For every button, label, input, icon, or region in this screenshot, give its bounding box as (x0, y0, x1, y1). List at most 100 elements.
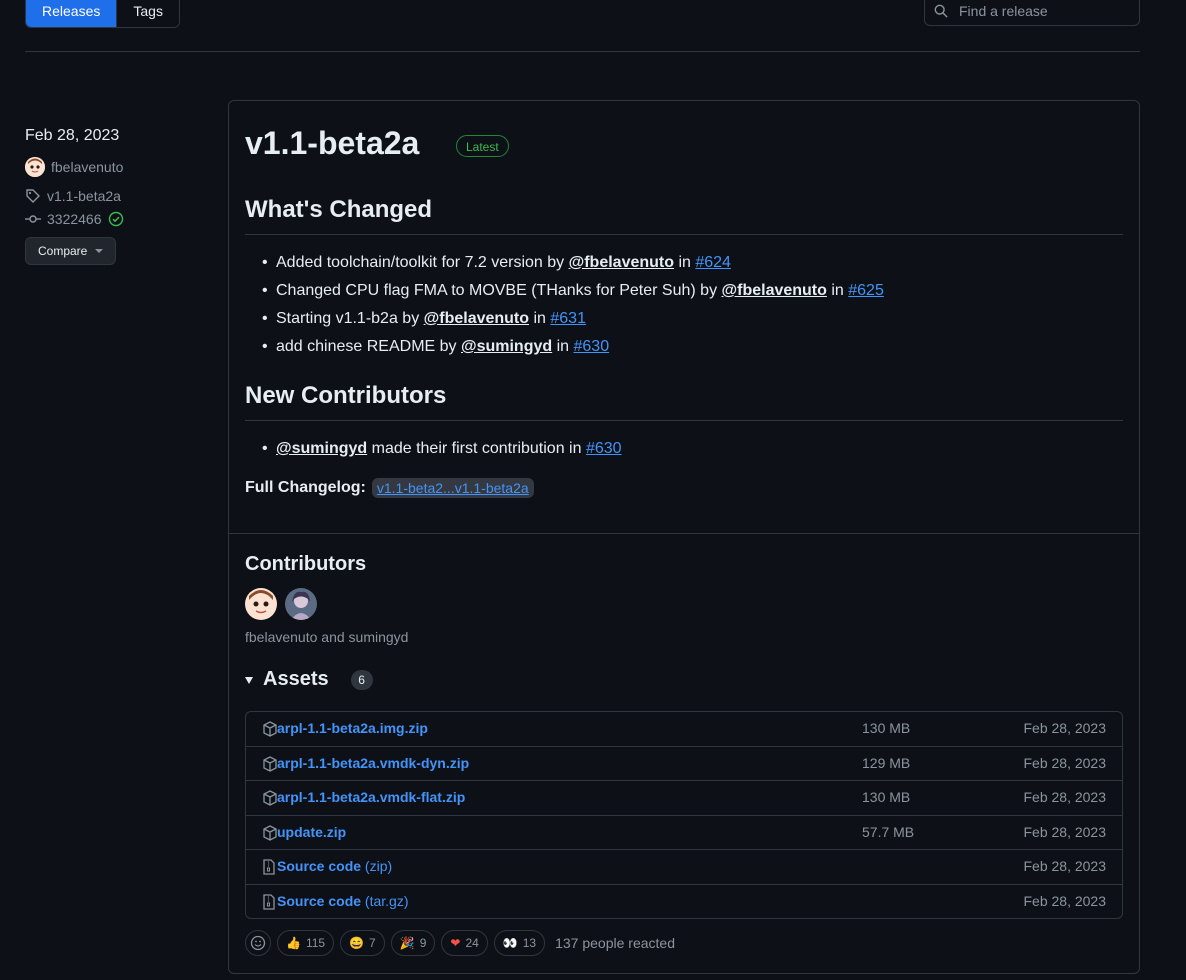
asset-date: Feb 28, 2023 (1023, 823, 1106, 840)
asset-link[interactable]: arpl-1.1-beta2a.vmdk-flat.zip (277, 789, 465, 805)
asset-date: Feb 28, 2023 (1023, 858, 1106, 874)
new-contributors-list: @sumingyd made their first contribution … (262, 435, 622, 463)
asset-link[interactable]: Source code (zip) (277, 858, 392, 874)
release-card: v1.1-beta2a Latest What's Changed Added … (228, 100, 1140, 974)
pr-link[interactable]: #631 (550, 310, 586, 327)
asset-size: 130 MB (862, 720, 911, 736)
asset-row: Source code (tar.gz) Feb 28, 2023 (246, 883, 1122, 919)
list-item: add chinese README by @sumingyd in #630 (262, 333, 884, 361)
reactions-bar: 👍 115 😄 7 🎉 9 ❤ 24 👀 13 137 people reacted (245, 930, 675, 956)
list-item: Starting v1.1-b2a by @fbelavenuto in #63… (262, 305, 884, 333)
avatar[interactable] (25, 156, 45, 177)
commit-row[interactable]: 3322466 (25, 207, 205, 230)
release-search (924, 0, 1140, 26)
assets-header[interactable]: Assets 6 (245, 668, 373, 691)
eyes-icon: 👀 (502, 936, 518, 950)
pr-link[interactable]: #624 (695, 254, 731, 271)
whats-changed-heading: What's Changed (245, 196, 433, 223)
asset-row: arpl-1.1-beta2a.vmdk-flat.zip 130 MB Feb… (246, 780, 1122, 815)
author-row[interactable]: fbelavenuto (25, 155, 205, 178)
asset-link[interactable]: arpl-1.1-beta2a.img.zip (277, 720, 428, 736)
user-mention[interactable]: @fbelavenuto (424, 310, 529, 327)
tab-releases[interactable]: Releases (26, 0, 117, 27)
full-changelog-label: Full Changelog: (245, 479, 366, 496)
user-mention[interactable]: @sumingyd (461, 338, 552, 355)
contributors-names: fbelavenuto and sumingyd (245, 629, 409, 645)
asset-date: Feb 28, 2023 (1023, 789, 1106, 805)
heading-divider (245, 420, 1123, 421)
release-title[interactable]: v1.1-beta2a (245, 123, 419, 163)
pr-link[interactable]: #625 (848, 282, 884, 299)
reaction-heart[interactable]: ❤ 24 (441, 930, 488, 956)
asset-size: 129 MB (862, 754, 911, 771)
compare-label: Compare (38, 244, 88, 258)
list-item: Added toolchain/toolkit for 7.2 version … (262, 249, 884, 277)
section-divider (229, 533, 1139, 534)
assets-list: arpl-1.1-beta2a.img.zip 130 MB Feb 28, 2… (245, 711, 1123, 919)
divider (25, 51, 1140, 52)
pr-link[interactable]: #630 (574, 338, 610, 355)
laugh-icon: 😄 (349, 936, 365, 950)
user-mention[interactable]: @fbelavenuto (569, 254, 674, 271)
tag-row[interactable]: v1.1-beta2a (25, 184, 205, 207)
file-zip-icon (263, 859, 275, 875)
chevron-down-icon (95, 249, 104, 253)
reaction-laugh[interactable]: 😄 7 (340, 930, 385, 956)
release-date: Feb 28, 2023 (25, 127, 120, 144)
full-changelog: Full Changelog: v1.1-beta2...v1.1-beta2a (245, 478, 534, 498)
search-icon (934, 4, 948, 18)
asset-row: arpl-1.1-beta2a.img.zip 130 MB Feb 28, 2… (246, 712, 1122, 746)
list-item: @sumingyd made their first contribution … (262, 435, 622, 463)
thumbs-up-icon: 👍 (286, 936, 301, 950)
compare-button[interactable]: Compare (25, 237, 117, 265)
smiley-icon (250, 935, 266, 951)
reacted-summary: 137 people reacted (555, 935, 675, 951)
asset-size: 57.7 MB (862, 823, 915, 840)
tag-icon (26, 188, 40, 203)
asset-link[interactable]: Source code (tar.gz) (277, 893, 409, 909)
reaction-hooray[interactable]: 🎉 9 (390, 930, 436, 956)
avatar[interactable] (245, 588, 277, 620)
asset-date: Feb 28, 2023 (1023, 754, 1106, 771)
package-icon (263, 824, 277, 841)
commit-sha[interactable]: 3322466 (47, 211, 102, 227)
asset-date: Feb 28, 2023 (1023, 892, 1106, 909)
add-reaction-button[interactable] (245, 930, 271, 956)
assets-title: Assets (263, 668, 329, 690)
asset-row: arpl-1.1-beta2a.vmdk-dyn.zip 129 MB Feb … (246, 745, 1122, 781)
package-icon (263, 755, 277, 772)
package-icon (263, 721, 277, 737)
compare-link[interactable]: v1.1-beta2...v1.1-beta2a (371, 478, 534, 498)
asset-row: Source code (zip) Feb 28, 2023 (246, 849, 1122, 884)
tag-name[interactable]: v1.1-beta2a (47, 188, 121, 204)
user-mention[interactable]: @fbelavenuto (722, 282, 827, 299)
pr-link[interactable]: #630 (586, 440, 622, 457)
search-input[interactable] (957, 0, 1131, 23)
asset-size: 130 MB (862, 789, 911, 805)
release-topbar: Releases Tags (25, 0, 1140, 28)
heart-icon: ❤ (450, 936, 461, 950)
reaction-thumbs-up[interactable]: 👍 115 (277, 930, 335, 956)
asset-date: Feb 28, 2023 (1023, 720, 1106, 736)
commit-icon (25, 214, 41, 223)
package-icon (263, 790, 277, 806)
verified-check-icon (108, 211, 123, 226)
latest-badge: Latest (456, 135, 509, 157)
changes-list: Added toolchain/toolkit for 7.2 version … (262, 249, 884, 361)
avatar[interactable] (285, 588, 317, 620)
asset-link[interactable]: arpl-1.1-beta2a.vmdk-dyn.zip (277, 755, 469, 771)
author-name[interactable]: fbelavenuto (51, 159, 123, 175)
assets-count: 6 (350, 669, 373, 690)
tab-tags[interactable]: Tags (116, 0, 179, 27)
new-contributors-heading: New Contributors (245, 382, 447, 409)
contributors-heading: Contributors (245, 553, 367, 575)
reaction-eyes[interactable]: 👀 13 (493, 930, 546, 956)
caret-down-icon (245, 677, 253, 684)
file-zip-icon (263, 893, 275, 910)
heading-divider (245, 234, 1123, 235)
user-mention[interactable]: @sumingyd (276, 440, 367, 457)
asset-link[interactable]: update.zip (277, 824, 346, 840)
release-sidebar: Feb 28, 2023 fbelavenuto v1.1-beta2a 332… (25, 124, 205, 265)
release-tabs: Releases Tags (25, 0, 180, 28)
list-item: Changed CPU flag FMA to MOVBE (THanks fo… (262, 277, 884, 305)
